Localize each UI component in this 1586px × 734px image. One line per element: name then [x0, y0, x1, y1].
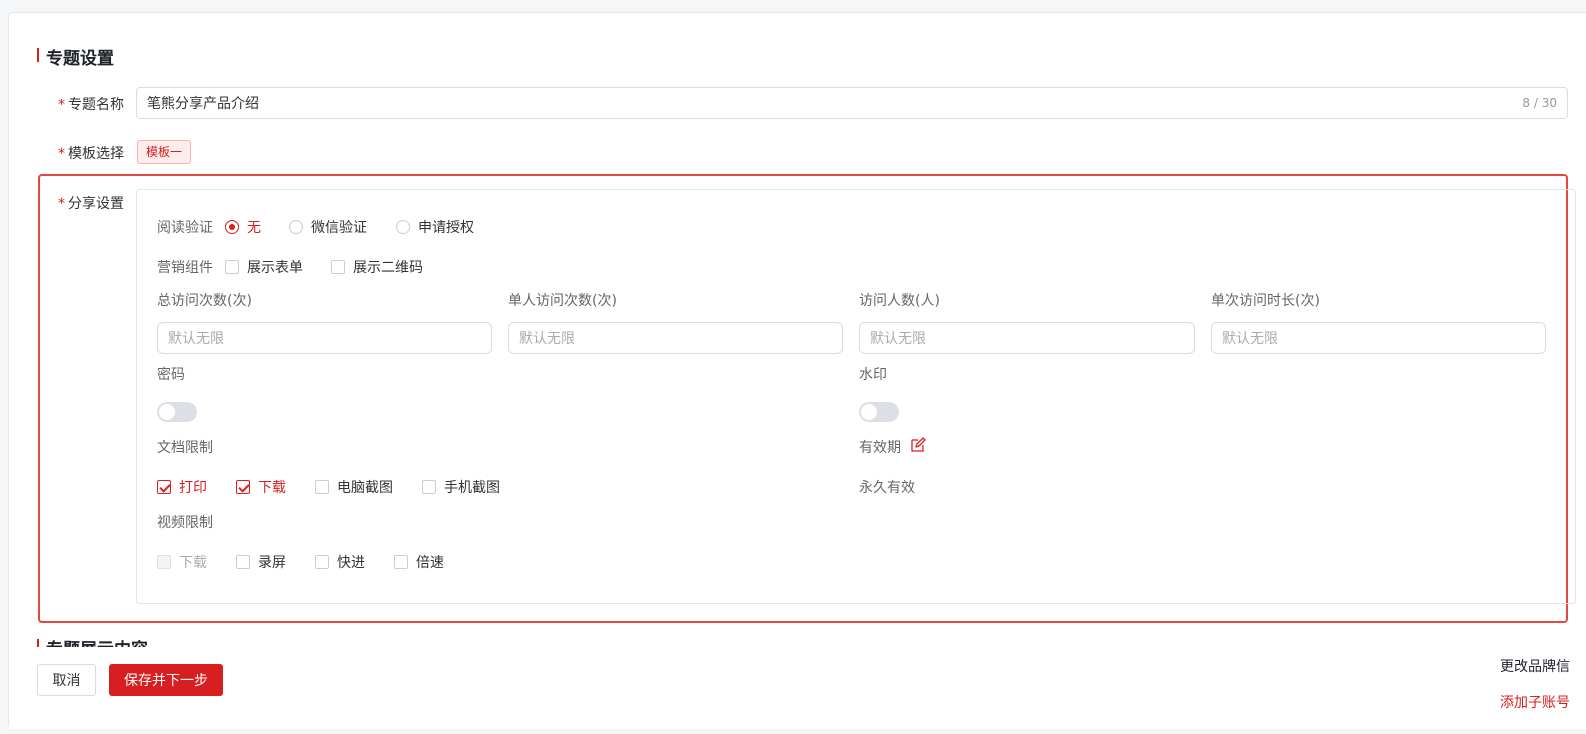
save-next-button[interactable]: 保存并下一步	[109, 664, 223, 696]
section-title-topic-settings: 专题设置	[37, 44, 114, 69]
share-settings-label: * 分享设置	[9, 193, 124, 213]
checkbox-box	[157, 555, 171, 569]
scroll-area[interactable]: 专题设置 * 专题名称 笔熊分享产品介绍 8 / 30 * 模板选择 模板一 * 分享…	[9, 13, 1586, 647]
checkbox-label: 打印	[179, 480, 207, 496]
checkbox-label: 展示表单	[247, 260, 303, 276]
share-settings-label-text: 分享设置	[68, 196, 124, 212]
share-settings-panel: 阅读验证 无 微信验证 申请授权 营销组件 展示表单 展示二维码 总访问次数(次…	[136, 189, 1576, 604]
checkbox-doc-phone-screenshot[interactable]: 手机截图	[422, 477, 500, 497]
radio-circle[interactable]	[289, 220, 303, 234]
radio-label: 申请授权	[418, 220, 474, 236]
edit-icon[interactable]	[910, 437, 926, 453]
doc-limit-label: 文档限制	[157, 440, 213, 456]
visitors-input[interactable]: 默认无限	[859, 322, 1195, 354]
checkbox-box[interactable]	[236, 480, 250, 494]
topic-name-value[interactable]: 笔熊分享产品介绍	[147, 93, 1522, 113]
template-tag[interactable]: 模板一	[137, 140, 192, 164]
watermark-switch[interactable]	[859, 402, 899, 422]
checkbox-box[interactable]	[315, 480, 329, 494]
checkbox-box[interactable]	[315, 555, 329, 569]
checkbox-box[interactable]	[394, 555, 408, 569]
checkbox-label: 手机截图	[444, 480, 500, 496]
required-mark: *	[58, 196, 65, 212]
limit-label-duration: 单次访问时长(次)	[1211, 293, 1320, 309]
checkbox-box[interactable]	[236, 555, 250, 569]
radio-request-auth[interactable]: 申请授权	[396, 217, 474, 237]
footer-bar	[9, 647, 1586, 729]
password-switch[interactable]	[157, 402, 197, 422]
checkbox-label: 展示二维码	[353, 260, 423, 276]
checkbox-label: 电脑截图	[337, 480, 393, 496]
topic-name-label: * 专题名称	[9, 94, 124, 114]
checkbox-label: 录屏	[258, 555, 286, 571]
validity-label: 有效期	[859, 440, 901, 456]
checkbox-show-form[interactable]: 展示表单	[225, 257, 303, 277]
checkbox-video-fastforward[interactable]: 快进	[315, 552, 365, 572]
limit-label-total-visits: 总访问次数(次)	[157, 293, 252, 309]
limit-label-per-person: 单人访问次数(次)	[508, 293, 617, 309]
radio-label: 无	[247, 220, 261, 236]
checkbox-video-download: 下载	[157, 552, 207, 572]
checkbox-show-qrcode[interactable]: 展示二维码	[331, 257, 423, 277]
cancel-button[interactable]: 取消	[37, 664, 96, 696]
per-person-visits-input[interactable]: 默认无限	[508, 322, 843, 354]
checkbox-doc-print[interactable]: 打印	[157, 477, 207, 497]
checkbox-box[interactable]	[422, 480, 436, 494]
watermark-label: 水印	[859, 367, 887, 383]
checkbox-box[interactable]	[157, 480, 171, 494]
template-label-text: 模板选择	[68, 146, 124, 162]
add-subaccount-link[interactable]: 添加子账号	[1500, 692, 1570, 712]
checkbox-label: 下载	[179, 555, 207, 571]
topic-name-input[interactable]: 笔熊分享产品介绍 8 / 30	[136, 87, 1568, 119]
password-label: 密码	[157, 367, 185, 383]
radio-circle[interactable]	[225, 220, 239, 234]
total-visits-input[interactable]: 默认无限	[157, 322, 492, 354]
required-mark: *	[58, 146, 65, 162]
checkbox-label: 快进	[337, 555, 365, 571]
topic-name-counter: 8 / 30	[1522, 96, 1557, 110]
checkbox-doc-download[interactable]: 下载	[236, 477, 286, 497]
checkbox-box[interactable]	[331, 260, 345, 274]
checkbox-box[interactable]	[225, 260, 239, 274]
radio-wechat-verify[interactable]: 微信验证	[289, 217, 367, 237]
duration-input[interactable]: 默认无限	[1211, 322, 1546, 354]
marketing-label: 营销组件	[157, 260, 213, 276]
template-label: * 模板选择	[9, 143, 124, 163]
page-container: 专题设置 * 专题名称 笔熊分享产品介绍 8 / 30 * 模板选择 模板一 * 分享…	[8, 12, 1586, 729]
floating-panel: 更改品牌信 添加子账号	[1484, 636, 1586, 726]
checkbox-label: 下载	[258, 480, 286, 496]
checkbox-video-record[interactable]: 录屏	[236, 552, 286, 572]
section-title-topic-display: 专题展示内容	[37, 635, 148, 647]
rebrand-link[interactable]: 更改品牌信	[1500, 656, 1570, 676]
checkbox-label: 倍速	[416, 555, 444, 571]
radio-circle[interactable]	[396, 220, 410, 234]
read-verify-label: 阅读验证	[157, 220, 213, 236]
checkbox-doc-pc-screenshot[interactable]: 电脑截图	[315, 477, 393, 497]
limit-label-visitors: 访问人数(人)	[859, 293, 940, 309]
radio-label: 微信验证	[311, 220, 367, 236]
validity-value: 永久有效	[859, 480, 915, 496]
required-mark: *	[58, 97, 65, 113]
video-limit-label: 视频限制	[157, 515, 213, 531]
radio-none[interactable]: 无	[225, 217, 261, 237]
topic-name-label-text: 专题名称	[68, 97, 124, 113]
checkbox-video-speed[interactable]: 倍速	[394, 552, 444, 572]
